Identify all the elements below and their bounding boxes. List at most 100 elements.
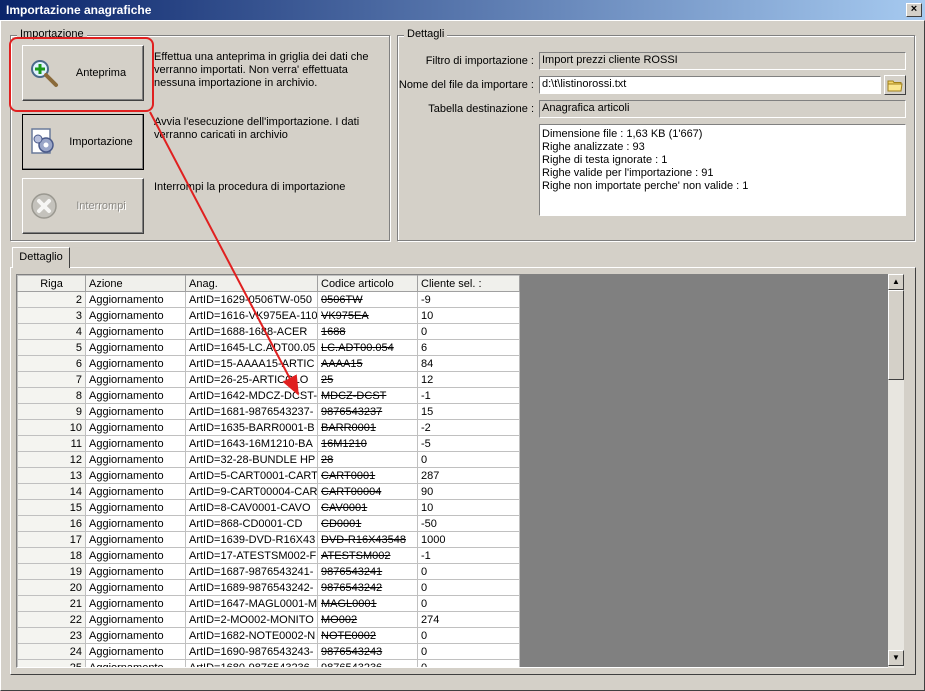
- table-row[interactable]: 18 Aggiornamento ArtID=17-ATESTSM002-FI ATE…: [17, 547, 520, 564]
- magnifier-plus-icon: [31, 60, 58, 87]
- cell-anag: ArtID=5-CART0001-CART: [185, 467, 318, 484]
- cell-codice-articolo: CD0001: [317, 515, 418, 532]
- table-row[interactable]: 20 Aggiornamento ArtID=1689-9876543242- 987…: [17, 579, 520, 596]
- grid-header-row: Riga Azione Anag. Codice articolo Client…: [17, 275, 520, 292]
- cell-anag: ArtID=1680-9876543236-: [185, 659, 318, 667]
- table-row[interactable]: 7 Aggiornamento ArtID=26-25-ARTICOLO 25 12: [17, 371, 520, 388]
- column-header-cliente-sel[interactable]: Cliente sel. :: [417, 275, 520, 292]
- cell-codice-articolo: 0506TW: [317, 291, 418, 308]
- table-row[interactable]: 9 Aggiornamento ArtID=1681-9876543237- 9876…: [17, 403, 520, 420]
- cell-anag: ArtID=8-CAV0001-CAVO: [185, 499, 318, 516]
- dettagli-legend: Dettagli: [404, 28, 448, 40]
- cell-cliente-sel: 0: [417, 451, 520, 468]
- cell-azione: Aggiornamento: [85, 595, 186, 612]
- cell-riga: 17: [17, 531, 86, 548]
- interrompi-description: Interrompi la procedura di importazione: [154, 181, 346, 193]
- table-row[interactable]: 5 Aggiornamento ArtID=1645-LC.ADT00.05 LC.A…: [17, 339, 520, 356]
- table-row[interactable]: 22 Aggiornamento ArtID=2-MO002-MONITO MO002…: [17, 611, 520, 628]
- cell-anag: ArtID=1687-9876543241-: [185, 563, 318, 580]
- grid-vertical-scrollbar[interactable]: ▲ ▼: [888, 274, 904, 668]
- interrompi-label: Interrompi: [76, 200, 126, 212]
- cell-azione: Aggiornamento: [85, 451, 186, 468]
- column-header-riga[interactable]: Riga: [17, 275, 86, 292]
- cell-cliente-sel: 0: [417, 323, 520, 340]
- table-row[interactable]: 16 Aggiornamento ArtID=868-CD0001-CD CD0001…: [17, 515, 520, 532]
- browse-folder-button[interactable]: [884, 75, 906, 95]
- cell-anag: ArtID=1690-9876543243-: [185, 643, 318, 660]
- summary-line: Dimensione file : 1,63 KB (1'667): [542, 128, 703, 140]
- table-row[interactable]: 2 Aggiornamento ArtID=1629-0506TW-050 0506T…: [17, 291, 520, 308]
- table-row[interactable]: 24 Aggiornamento ArtID=1690-9876543243- 987…: [17, 643, 520, 660]
- table-row[interactable]: 12 Aggiornamento ArtID=32-28-BUNDLE HP 28 0: [17, 451, 520, 468]
- close-icon[interactable]: ×: [906, 3, 922, 17]
- summary-line: Righe di testa ignorate : 1: [542, 154, 668, 166]
- column-header-azione[interactable]: Azione: [85, 275, 186, 292]
- cell-azione: Aggiornamento: [85, 483, 186, 500]
- table-row[interactable]: 6 Aggiornamento ArtID=15-AAAA15-ARTIC AAAA1…: [17, 355, 520, 372]
- cell-codice-articolo: MDCZ-DCST: [317, 387, 418, 404]
- scroll-up-icon[interactable]: ▲: [888, 274, 904, 290]
- tab-dettaglio[interactable]: Dettaglio: [12, 247, 70, 268]
- cell-azione: Aggiornamento: [85, 419, 186, 436]
- importazione-button[interactable]: Importazione: [22, 114, 144, 170]
- table-row[interactable]: 17 Aggiornamento ArtID=1639-DVD-R16X43 DVD-…: [17, 531, 520, 548]
- stop-x-icon: [31, 193, 57, 219]
- cell-codice-articolo: 9876543241: [317, 563, 418, 580]
- cell-anag: ArtID=1629-0506TW-050: [185, 291, 318, 308]
- cell-riga: 8: [17, 387, 86, 404]
- cell-codice-articolo: 16M1210: [317, 435, 418, 452]
- column-header-codice-articolo[interactable]: Codice articolo: [317, 275, 418, 292]
- cell-anag: ArtID=1682-NOTE0002-N: [185, 627, 318, 644]
- table-row[interactable]: 3 Aggiornamento ArtID=1616-VK975EA-110 VK97…: [17, 307, 520, 324]
- cell-riga: 23: [17, 627, 86, 644]
- cell-riga: 25: [17, 659, 86, 667]
- table-row[interactable]: 23 Aggiornamento ArtID=1682-NOTE0002-N NOTE…: [17, 627, 520, 644]
- cell-anag: ArtID=2-MO002-MONITO: [185, 611, 318, 628]
- cell-azione: Aggiornamento: [85, 355, 186, 372]
- folder-icon: [887, 80, 903, 91]
- cell-codice-articolo: MO002: [317, 611, 418, 628]
- summary-line: Righe valide per l'importazione : 91: [542, 167, 714, 179]
- cell-riga: 12: [17, 451, 86, 468]
- table-row[interactable]: 25 Aggiornamento ArtID=1680-9876543236- 987…: [17, 659, 520, 667]
- table-row[interactable]: 4 Aggiornamento ArtID=1688-1688-ACER 1688 0: [17, 323, 520, 340]
- interrompi-button[interactable]: Interrompi: [22, 178, 144, 234]
- file-path-field[interactable]: d:\t\listinorossi.txt: [539, 76, 881, 94]
- cell-azione: Aggiornamento: [85, 531, 186, 548]
- cell-anag: ArtID=1681-9876543237-: [185, 403, 318, 420]
- table-row[interactable]: 15 Aggiornamento ArtID=8-CAV0001-CAVO CAV00…: [17, 499, 520, 516]
- cell-azione: Aggiornamento: [85, 371, 186, 388]
- scroll-down-icon[interactable]: ▼: [888, 650, 904, 666]
- anteprima-button[interactable]: Anteprima: [22, 45, 144, 101]
- detail-grid[interactable]: Riga Azione Anag. Codice articolo Client…: [16, 274, 904, 668]
- table-row[interactable]: 13 Aggiornamento ArtID=5-CART0001-CART CART…: [17, 467, 520, 484]
- table-row[interactable]: 21 Aggiornamento ArtID=1647-MAGL0001-M MAGL…: [17, 595, 520, 612]
- cell-codice-articolo: NOTE0002: [317, 627, 418, 644]
- cell-riga: 4: [17, 323, 86, 340]
- cell-cliente-sel: -5: [417, 435, 520, 452]
- column-header-anag[interactable]: Anag.: [185, 275, 318, 292]
- cell-codice-articolo: LC.ADT00.054: [317, 339, 418, 356]
- table-row[interactable]: 11 Aggiornamento ArtID=1643-16M1210-BA 16M1…: [17, 435, 520, 452]
- scrollbar-thumb[interactable]: [888, 290, 904, 380]
- table-row[interactable]: 19 Aggiornamento ArtID=1687-9876543241- 987…: [17, 563, 520, 580]
- detail-table: Riga Azione Anag. Codice articolo Client…: [17, 275, 520, 667]
- cell-anag: ArtID=1689-9876543242-: [185, 579, 318, 596]
- summary-line: Righe analizzate : 93: [542, 141, 645, 153]
- cell-codice-articolo: 9876543243: [317, 643, 418, 660]
- table-row[interactable]: 10 Aggiornamento ArtID=1635-BARR0001-B BARR…: [17, 419, 520, 436]
- cell-anag: ArtID=9-CART00004-CAR: [185, 483, 318, 500]
- cell-cliente-sel: 6: [417, 339, 520, 356]
- cell-riga: 24: [17, 643, 86, 660]
- cell-azione: Aggiornamento: [85, 307, 186, 324]
- table-row[interactable]: 8 Aggiornamento ArtID=1642-MDCZ-DCST- MDCZ-…: [17, 387, 520, 404]
- cell-cliente-sel: 15: [417, 403, 520, 420]
- cell-codice-articolo: VK975EA: [317, 307, 418, 324]
- anteprima-label: Anteprima: [75, 67, 127, 79]
- file-label: Nome del file da importare :: [398, 79, 534, 91]
- cell-azione: Aggiornamento: [85, 563, 186, 580]
- import-summary: Dimensione file : 1,63 KB (1'667) Righe …: [539, 124, 906, 216]
- cell-riga: 9: [17, 403, 86, 420]
- table-row[interactable]: 14 Aggiornamento ArtID=9-CART00004-CAR CART…: [17, 483, 520, 500]
- cell-azione: Aggiornamento: [85, 611, 186, 628]
